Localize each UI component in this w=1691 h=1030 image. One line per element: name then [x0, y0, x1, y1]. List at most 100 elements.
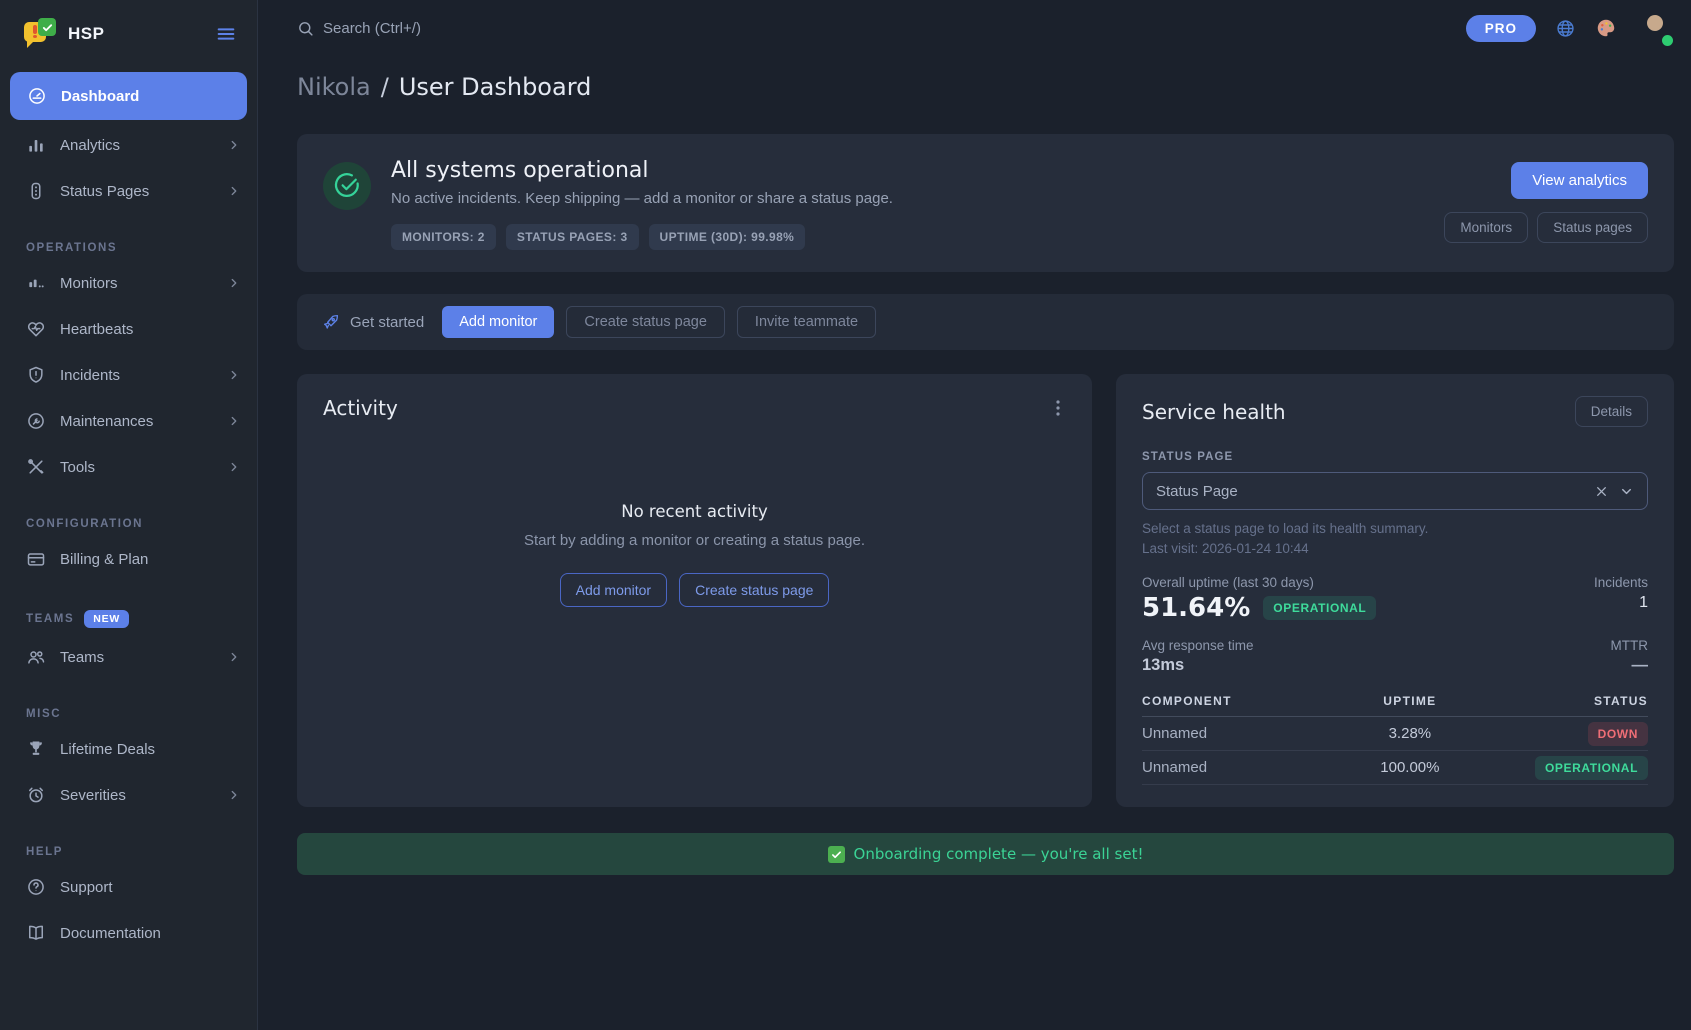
search-input[interactable]: Search (Ctrl+/) [297, 20, 421, 37]
column-header-component: COMPONENT [1142, 694, 1335, 708]
sidebar-item-label: Tools [60, 459, 95, 476]
breadcrumb-parent[interactable]: Nikola [297, 73, 371, 101]
sidebar-item-severities[interactable]: Severities [0, 772, 257, 818]
incidents-value: 1 [1594, 594, 1648, 612]
help-circle-icon [26, 877, 46, 897]
breadcrumb: Nikola / User Dashboard [297, 73, 1674, 101]
chevron-right-icon [227, 276, 241, 290]
table-header-row: COMPONENT UPTIME STATUS [1142, 694, 1648, 717]
alarm-clock-icon [26, 785, 46, 805]
kebab-menu-icon[interactable] [1050, 398, 1066, 418]
sidebar-item-analytics[interactable]: Analytics [0, 122, 257, 168]
system-status-badges: MONITORS: 2 STATUS PAGES: 3 UPTIME (30D)… [391, 224, 893, 250]
sidebar-item-label: Teams [60, 649, 104, 666]
monitors-button[interactable]: Monitors [1444, 212, 1528, 243]
sidebar-item-label: Maintenances [60, 413, 153, 430]
user-avatar[interactable] [1636, 9, 1674, 47]
add-monitor-button[interactable]: Add monitor [560, 573, 667, 607]
sidebar-item-label: Heartbeats [60, 321, 133, 338]
chevron-right-icon [227, 460, 241, 474]
sidebar-section-operations: OPERATIONS [26, 242, 241, 254]
details-button[interactable]: Details [1575, 396, 1648, 427]
sidebar-item-status-pages[interactable]: Status Pages [0, 168, 257, 214]
system-status-card: All systems operational No active incide… [297, 134, 1674, 272]
hamburger-menu-icon[interactable] [215, 23, 237, 45]
sidebar-nav: Dashboard Analytics Status Pages OPERATI… [0, 72, 257, 956]
get-started-label: Get started [322, 313, 424, 331]
clear-x-icon[interactable] [1595, 485, 1608, 498]
sidebar-section-configuration: CONFIGURATION [26, 518, 241, 530]
check-circle-icon [323, 162, 371, 210]
chevron-down-icon[interactable] [1619, 484, 1634, 499]
sidebar-item-incidents[interactable]: Incidents [0, 352, 257, 398]
service-health-card: Service health Details STATUS PAGE Statu… [1116, 374, 1674, 807]
status-page-select[interactable]: Status Page [1142, 472, 1648, 510]
monitor-chart-icon [26, 273, 46, 293]
overall-uptime-block: Overall uptime (last 30 days) 51.64% OPE… [1142, 575, 1376, 623]
empty-state-title: No recent activity [323, 502, 1066, 521]
topbar: Search (Ctrl+/) PRO [297, 0, 1674, 56]
palette-icon[interactable] [1595, 17, 1617, 39]
page-title: User Dashboard [399, 73, 592, 101]
system-status-actions: View analytics Monitors Status pages [1444, 158, 1648, 250]
search-placeholder: Search (Ctrl+/) [323, 20, 421, 37]
down-status-badge: DOWN [1588, 722, 1648, 746]
overall-uptime-label: Overall uptime (last 30 days) [1142, 575, 1376, 590]
chevron-right-icon [227, 414, 241, 428]
app-logo-icon [24, 18, 56, 50]
status-pages-button[interactable]: Status pages [1537, 212, 1648, 243]
last-visit-text: Last visit: 2026-01-24 10:44 [1142, 541, 1648, 556]
status-page-select-label: STATUS PAGE [1142, 451, 1648, 463]
mttr-value: — [1611, 656, 1649, 675]
sidebar-item-teams[interactable]: Teams [0, 634, 257, 680]
component-uptime: 3.28% [1335, 725, 1484, 742]
chevron-right-icon [227, 138, 241, 152]
sidebar-section-help: HELP [26, 846, 241, 858]
wrench-circle-icon [26, 411, 46, 431]
sidebar-item-label: Dashboard [61, 88, 139, 105]
sidebar-item-dashboard[interactable]: Dashboard [10, 72, 247, 120]
trophy-icon [26, 739, 46, 759]
invite-teammate-button[interactable]: Invite teammate [737, 306, 876, 338]
view-analytics-button[interactable]: View analytics [1511, 162, 1648, 199]
create-status-page-button[interactable]: Create status page [566, 306, 725, 338]
avg-response-label: Avg response time [1142, 638, 1254, 653]
sidebar-section-teams: TEAMS NEW [26, 610, 241, 628]
table-row: Unnamed 100.00% OPERATIONAL [1142, 751, 1648, 785]
sidebar-item-label: Analytics [60, 137, 120, 154]
sidebar-item-lifetime-deals[interactable]: Lifetime Deals [0, 726, 257, 772]
incidents-block: Incidents 1 [1594, 575, 1648, 612]
component-name: Unnamed [1142, 725, 1335, 742]
pro-badge[interactable]: PRO [1466, 15, 1536, 42]
sidebar-item-label: Lifetime Deals [60, 741, 155, 758]
sidebar-item-billing[interactable]: Billing & Plan [0, 536, 257, 582]
sidebar-item-documentation[interactable]: Documentation [0, 910, 257, 956]
sidebar-item-heartbeats[interactable]: Heartbeats [0, 306, 257, 352]
sidebar-item-support[interactable]: Support [0, 864, 257, 910]
service-health-title: Service health [1142, 400, 1286, 424]
sidebar-item-monitors[interactable]: Monitors [0, 260, 257, 306]
component-name: Unnamed [1142, 759, 1335, 776]
sidebar-item-maintenances[interactable]: Maintenances [0, 398, 257, 444]
system-status-title: All systems operational [391, 158, 893, 183]
bar-chart-icon [26, 135, 46, 155]
globe-icon[interactable] [1555, 18, 1576, 39]
empty-state-subtitle: Start by adding a monitor or creating a … [323, 532, 1066, 549]
incidents-label: Incidents [1594, 575, 1648, 590]
sidebar: HSP Dashboard Analytics Status Pages OPE… [0, 0, 258, 1030]
column-header-status: STATUS [1484, 694, 1648, 708]
operational-status-badge: OPERATIONAL [1535, 756, 1648, 780]
sidebar-item-tools[interactable]: Tools [0, 444, 257, 490]
activity-title: Activity [323, 396, 398, 420]
add-monitor-button[interactable]: Add monitor [442, 306, 554, 338]
topbar-right: PRO [1466, 9, 1674, 47]
chevron-right-icon [227, 650, 241, 664]
component-uptime: 100.00% [1335, 759, 1484, 776]
sidebar-item-label: Status Pages [60, 183, 149, 200]
status-page-select-value: Status Page [1156, 483, 1238, 500]
create-status-page-button[interactable]: Create status page [679, 573, 829, 607]
table-row: Unnamed 3.28% DOWN [1142, 717, 1648, 751]
sidebar-item-label: Support [60, 879, 113, 896]
activity-card: Activity No recent activity Start by add… [297, 374, 1092, 807]
activity-empty-state: No recent activity Start by adding a mon… [323, 502, 1066, 607]
